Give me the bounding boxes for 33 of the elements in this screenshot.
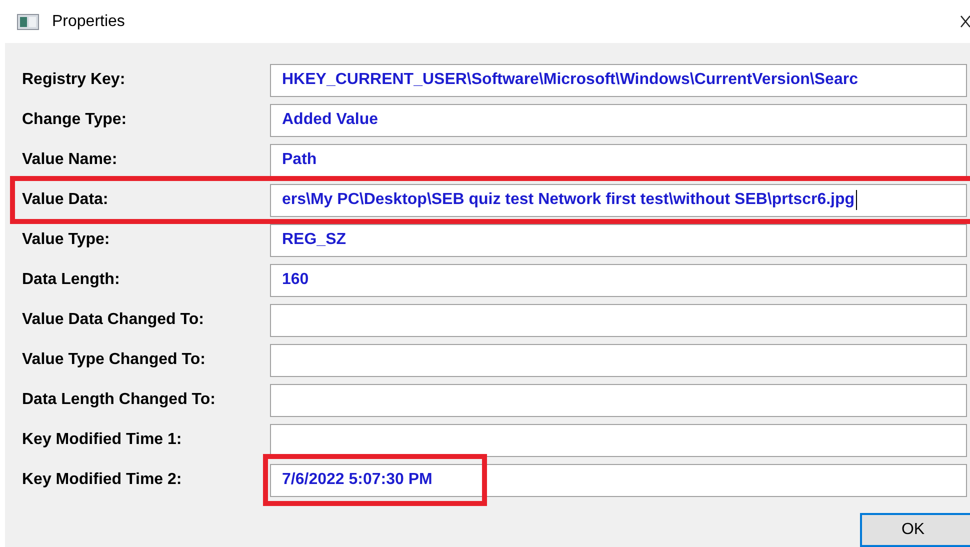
field-value: 7/6/2022 5:07:30 PM	[282, 470, 432, 490]
field-label: Change Type:	[21, 110, 128, 130]
field-label: Value Type Changed To:	[21, 350, 206, 370]
value-field[interactable]: Path	[270, 144, 967, 176]
field-value: REG_SZ	[282, 230, 346, 250]
value-field[interactable]: ers\My PC\Desktop\SEB quiz test Network first test\without SEB\prtscr6.jpg	[270, 184, 967, 216]
field-label: Registry Key:	[21, 70, 126, 90]
field-label: Value Type:	[21, 230, 111, 250]
field-label: Value Data Changed To:	[21, 310, 205, 330]
window-title: Properties	[52, 12, 125, 32]
field-value: 160	[282, 270, 309, 290]
close-icon[interactable]	[960, 14, 970, 28]
value-field[interactable]: HKEY_CURRENT_USER\Software\Microsoft\Windows\CurrentVersion\Searc	[270, 64, 967, 96]
field-label: Key Modified Time 2:	[21, 470, 183, 490]
value-field[interactable]	[270, 384, 967, 416]
field-label: Key Modified Time 1:	[21, 430, 183, 450]
value-field[interactable]: Added Value	[270, 104, 967, 136]
value-field[interactable]	[270, 424, 967, 456]
value-field[interactable]: 160	[270, 264, 967, 296]
value-field[interactable]: 7/6/2022 5:07:30 PM	[270, 464, 967, 496]
field-label: Value Name:	[21, 150, 118, 170]
value-field[interactable]	[270, 344, 967, 376]
ok-button[interactable]: OK	[860, 513, 970, 547]
field-label: Data Length:	[21, 270, 121, 290]
field-label: Value Data:	[21, 190, 110, 210]
window-icon	[17, 14, 39, 30]
value-field[interactable]	[270, 304, 967, 336]
field-value: ers\My PC\Desktop\SEB quiz test Network first test\without SEB\prtscr6.jpg	[282, 190, 855, 210]
field-label: Data Length Changed To:	[21, 390, 216, 410]
field-value: HKEY_CURRENT_USER\Software\Microsoft\Windows\CurrentVersion\Searc	[282, 70, 858, 90]
value-field[interactable]: REG_SZ	[270, 224, 967, 256]
field-value: Path	[282, 150, 317, 170]
field-value: Added Value	[282, 110, 378, 130]
